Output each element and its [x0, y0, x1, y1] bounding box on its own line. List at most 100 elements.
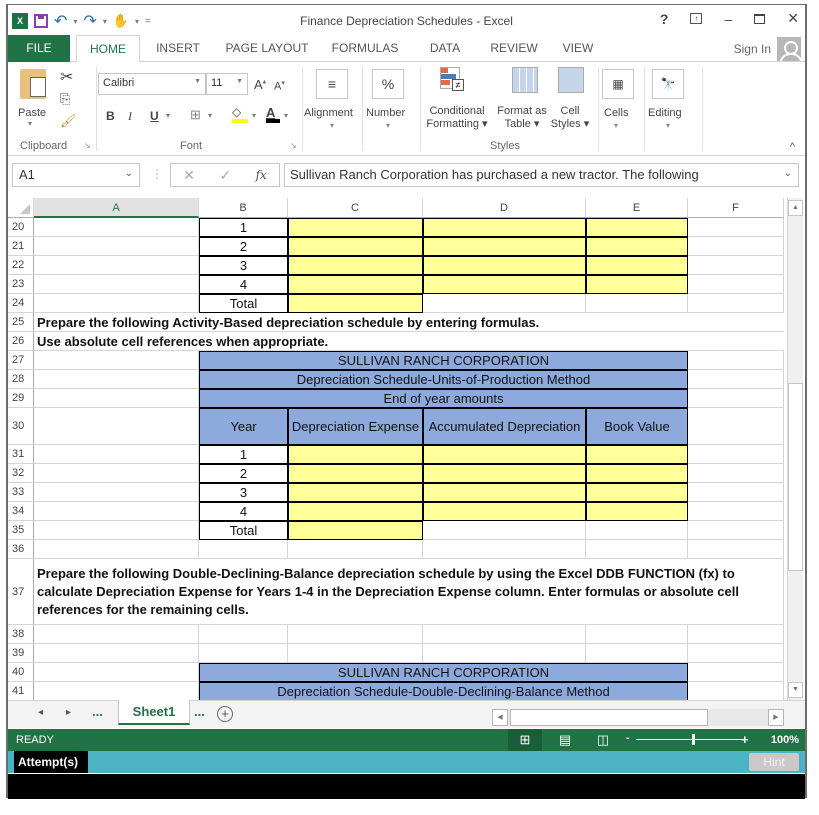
fill-color-dropdown-icon[interactable]: ▾	[252, 111, 256, 120]
cell-f30[interactable]	[688, 408, 784, 445]
cell-e34[interactable]	[586, 502, 688, 521]
row-header-35[interactable]: 35	[8, 521, 34, 540]
cell-e24[interactable]	[586, 294, 688, 313]
cell-d32[interactable]	[423, 464, 586, 483]
more-sheets-right[interactable]: ...	[194, 704, 205, 719]
normal-view-icon[interactable]: ⊞	[508, 729, 542, 751]
prev-sheet-icon[interactable]: ◂	[38, 707, 43, 718]
editing-dropdown-icon[interactable]: ▾	[666, 121, 670, 130]
schedule-title-29[interactable]: End of year amounts	[199, 389, 688, 408]
column-header-c[interactable]: C	[288, 198, 423, 218]
cell-f41[interactable]	[688, 682, 784, 700]
cell-f20[interactable]	[688, 218, 784, 237]
row-header-38[interactable]: 38	[8, 625, 34, 644]
borders-dropdown-icon[interactable]: ▾	[208, 111, 212, 120]
cell-c39[interactable]	[288, 644, 423, 663]
cell-f35[interactable]	[688, 521, 784, 540]
cell-c32[interactable]	[288, 464, 423, 483]
cell-f27[interactable]	[688, 351, 784, 370]
row-header-40[interactable]: 40	[8, 663, 34, 682]
scroll-right-icon[interactable]: ▶	[768, 709, 784, 726]
cell-e35[interactable]	[586, 521, 688, 540]
collapse-ribbon-icon[interactable]: ^	[790, 141, 795, 153]
cell-f33[interactable]	[688, 483, 784, 502]
cell-f38[interactable]	[688, 625, 784, 644]
cell-e31[interactable]	[586, 445, 688, 464]
expand-formula-icon[interactable]: ⌄	[784, 168, 792, 179]
horizontal-scroll-thumb[interactable]	[510, 709, 708, 726]
cell-d23[interactable]	[423, 275, 586, 294]
row-header-26[interactable]: 26	[8, 332, 34, 351]
cell-a31[interactable]	[34, 445, 199, 464]
cell-c38[interactable]	[288, 625, 423, 644]
cell-a40[interactable]	[34, 663, 199, 682]
row-header-29[interactable]: 29	[8, 389, 34, 408]
cell-d33[interactable]	[423, 483, 586, 502]
header-accumulated-depreciation[interactable]: Accumulated Depreciation	[423, 408, 586, 445]
header-book-value[interactable]: Book Value	[586, 408, 688, 445]
formula-bar-splitter[interactable]: ⋮	[151, 167, 163, 181]
row-header-24[interactable]: 24	[8, 294, 34, 313]
paste-icon[interactable]	[20, 69, 46, 99]
format-as-table-icon[interactable]	[512, 67, 538, 93]
cell-d38[interactable]	[423, 625, 586, 644]
cell-c24[interactable]	[288, 294, 423, 313]
cell-a29[interactable]	[34, 389, 199, 408]
find-binoculars-icon[interactable]: 🔭	[652, 69, 684, 99]
horizontal-scrollbar[interactable]: ◀ ▶	[492, 709, 784, 726]
cell-d31[interactable]	[423, 445, 586, 464]
tab-view[interactable]: VIEW	[558, 35, 598, 62]
row-header-27[interactable]: 27	[8, 351, 34, 370]
cell-f32[interactable]	[688, 464, 784, 483]
cell-a33[interactable]	[34, 483, 199, 502]
number-button[interactable]: Number	[366, 107, 405, 119]
underline-dropdown-icon[interactable]: ▾	[166, 111, 170, 120]
font-color-icon[interactable]: A	[266, 105, 280, 123]
bold-button[interactable]: B	[106, 109, 115, 123]
cell-e32[interactable]	[586, 464, 688, 483]
cell-a39[interactable]	[34, 644, 199, 663]
italic-button[interactable]: I	[128, 109, 132, 124]
conditional-formatting-icon[interactable]: ≠	[440, 67, 466, 93]
tab-data[interactable]: DATA	[420, 35, 470, 62]
number-dropdown-icon[interactable]: ▾	[386, 121, 390, 130]
fill-color-icon[interactable]: ◇	[232, 105, 248, 123]
alignment-button[interactable]: Alignment	[304, 107, 353, 119]
cell-c33[interactable]	[288, 483, 423, 502]
add-sheet-icon[interactable]: +	[217, 706, 233, 722]
alignment-dropdown-icon[interactable]: ▾	[330, 121, 334, 130]
cell-e21[interactable]	[586, 237, 688, 256]
column-header-f[interactable]: F	[688, 198, 784, 218]
cell-a24[interactable]	[34, 294, 199, 313]
cell-d39[interactable]	[423, 644, 586, 663]
cell-c23[interactable]	[288, 275, 423, 294]
cell-a30[interactable]	[34, 408, 199, 445]
editing-button[interactable]: Editing	[648, 107, 682, 119]
vertical-scrollbar[interactable]: ▲ ▼	[787, 198, 803, 700]
font-color-dropdown-icon[interactable]: ▾	[284, 111, 288, 120]
row-header-20[interactable]: 20	[8, 218, 34, 237]
schedule-title-41[interactable]: Depreciation Schedule-Double-Declining-B…	[199, 682, 688, 700]
increase-font-icon[interactable]: A▴	[254, 77, 266, 92]
zoom-percentage[interactable]: 100%	[771, 734, 799, 746]
cell-a28[interactable]	[34, 370, 199, 389]
schedule-title-40[interactable]: SULLIVAN RANCH CORPORATION	[199, 663, 688, 682]
zoom-out-button[interactable]: -	[626, 732, 630, 744]
cell-b34[interactable]: 4	[199, 502, 288, 521]
minimize-icon[interactable]: –	[724, 11, 732, 27]
select-all-button[interactable]	[8, 198, 34, 218]
instruction-37[interactable]: Prepare the following Double-Declining-B…	[34, 559, 784, 625]
cell-styles-icon[interactable]	[558, 67, 584, 93]
row-header-36[interactable]: 36	[8, 540, 34, 559]
cell-d36[interactable]	[423, 540, 586, 559]
cells-icon[interactable]: ▦	[602, 69, 634, 99]
cell-d35[interactable]	[423, 521, 586, 540]
cell-b32[interactable]: 2	[199, 464, 288, 483]
row-header-33[interactable]: 33	[8, 483, 34, 502]
number-format-icon[interactable]: %	[372, 69, 404, 99]
paste-dropdown-icon[interactable]: ▾	[28, 119, 32, 128]
format-painter-icon[interactable]: 🖌	[60, 113, 77, 129]
schedule-title-28[interactable]: Depreciation Schedule-Units-of-Productio…	[199, 370, 688, 389]
next-sheet-icon[interactable]: ▸	[66, 707, 71, 718]
schedule-title-27[interactable]: SULLIVAN RANCH CORPORATION	[199, 351, 688, 370]
